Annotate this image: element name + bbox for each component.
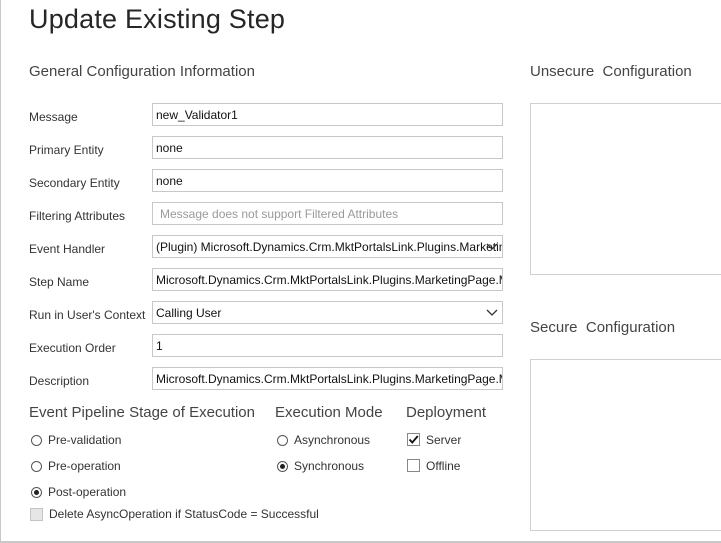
offline-checkbox[interactable] [407,459,420,472]
run-context-select[interactable]: Calling User [152,301,503,324]
event-handler-value: (Plugin) Microsoft.Dynamics.Crm.MktPorta… [156,240,503,254]
synchronous-radio[interactable] [277,461,288,472]
event-handler-select[interactable]: (Plugin) Microsoft.Dynamics.Crm.MktPorta… [152,235,503,258]
unsecure-config-textarea[interactable] [530,103,721,275]
server-checkbox[interactable] [407,433,420,446]
deployment-heading: Deployment [406,404,487,421]
run-context-label: Run in User's Context [29,308,146,322]
offline-label: Offline [426,459,461,473]
execution-mode-heading: Execution Mode [275,404,383,421]
execution-order-label: Execution Order [29,341,116,355]
pre-operation-radio[interactable] [31,461,42,472]
message-input[interactable]: new_Validator1 [152,103,503,126]
secondary-entity-input[interactable]: none [152,169,503,192]
filtering-attributes-input: Message does not support Filtered Attrib… [152,202,503,225]
description-input[interactable]: Microsoft.Dynamics.Crm.MktPortalsLink.Pl… [152,367,503,390]
step-name-input[interactable]: Microsoft.Dynamics.Crm.MktPortalsLink.Pl… [152,268,503,291]
delete-async-checkbox [30,508,43,521]
message-label: Message [29,110,78,124]
pre-operation-label: Pre-operation [48,459,121,473]
server-label: Server [426,433,462,447]
synchronous-label: Synchronous [294,459,365,473]
step-name-label: Step Name [29,275,90,289]
chevron-down-icon [486,309,498,316]
unsecure-config-heading: Unsecure Configuration [530,63,692,80]
post-operation-label: Post-operation [48,485,127,499]
execution-order-input[interactable]: 1 [152,334,503,357]
chevron-down-icon [486,243,498,250]
secure-config-heading: Secure Configuration [530,319,676,336]
run-context-value: Calling User [156,306,222,320]
asynchronous-label: Asynchronous [294,433,371,447]
primary-entity-label: Primary Entity [29,143,104,157]
primary-entity-input[interactable]: none [152,136,503,159]
delete-async-label: Delete AsyncOperation if StatusCode = Su… [49,507,319,521]
general-config-heading: General Configuration Information [29,63,255,80]
secure-config-textarea[interactable] [530,359,721,531]
post-operation-radio[interactable] [31,487,42,498]
description-label: Description [29,374,90,388]
pre-validation-radio[interactable] [31,435,42,446]
pre-validation-label: Pre-validation [48,433,122,447]
secondary-entity-label: Secondary Entity [29,176,120,190]
checkmark-icon [408,435,419,444]
filtering-attributes-label: Filtering Attributes [29,209,126,223]
pipeline-stage-heading: Event Pipeline Stage of Execution [29,404,255,421]
page-title: Update Existing Step [29,4,286,34]
asynchronous-radio[interactable] [277,435,288,446]
event-handler-label: Event Handler [29,242,106,256]
window-left-border [0,0,1,543]
